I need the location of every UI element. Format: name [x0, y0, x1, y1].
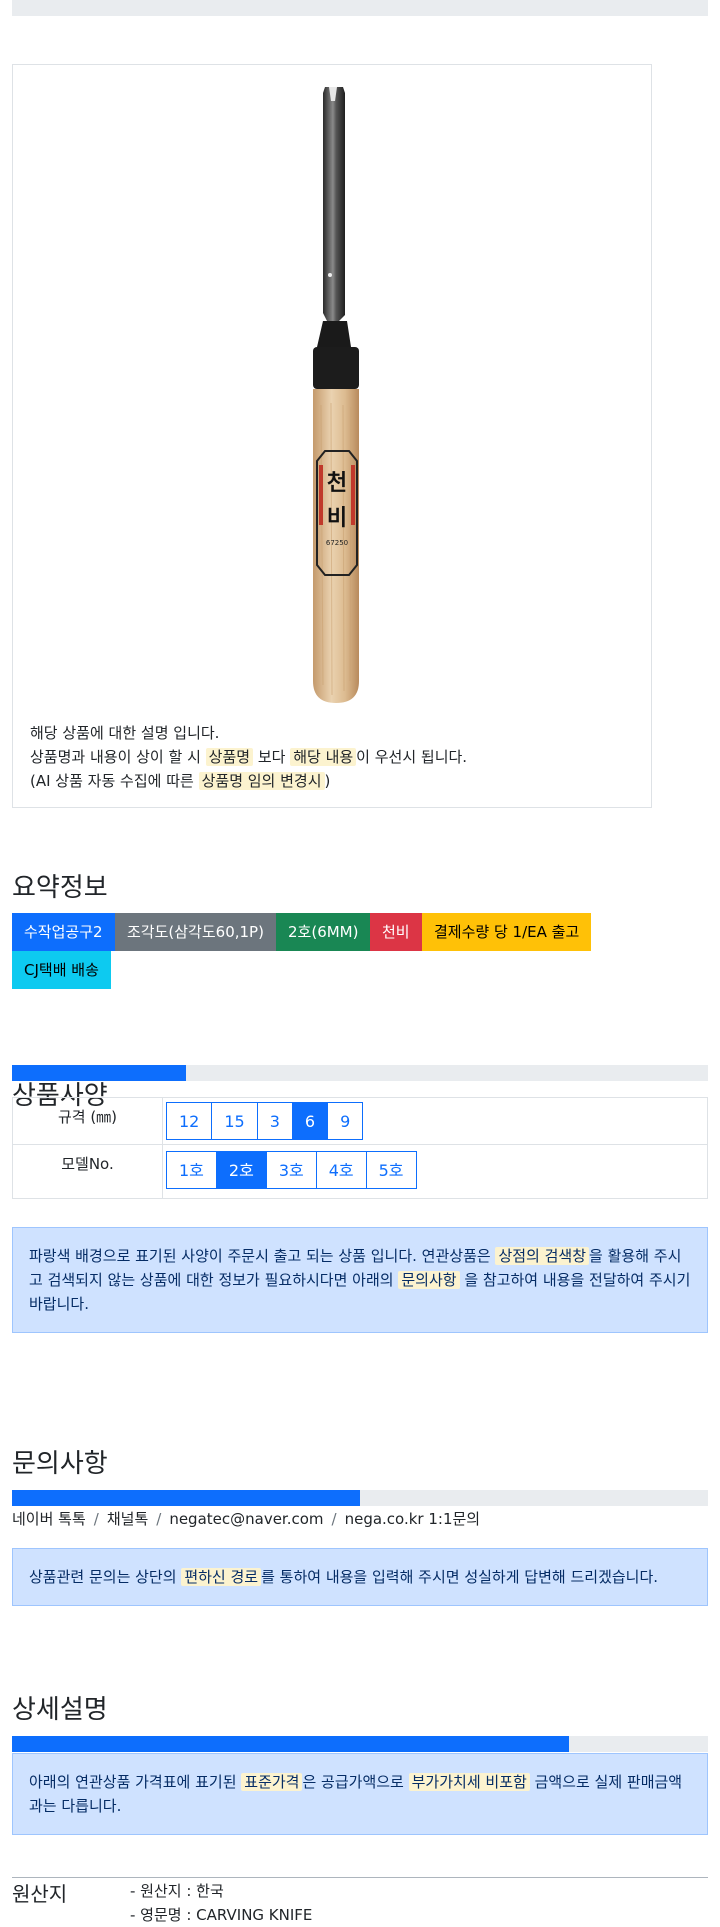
description-line-2: 상품명과 내용이 상이 할 시 상품명 보다 해당 내용 이 우선시 됩니다.: [30, 745, 467, 769]
size-options: 12 15 3 6 9: [163, 1098, 707, 1144]
spec-options-cell: 1호 2호 3호 4호 5호: [162, 1144, 708, 1199]
text: 를 통하여 내용을 입력해 주시면 성실하게 답변해 드리겠습니다.: [261, 1568, 659, 1586]
brand-char-2: 비: [327, 506, 347, 531]
summary-tag: 2호(6MM): [276, 913, 371, 951]
spec-option-button[interactable]: 5호: [365, 1151, 417, 1189]
detail-notice: 아래의 연관상품 가격표에 표기된 표준가격 은 공급가액으로 부가가치세 비포함…: [12, 1753, 708, 1835]
contact-separator: /: [93, 1510, 99, 1528]
description-line-3: (AI 상품 자동 수집에 따른 상품명 임의 변경시): [30, 769, 467, 793]
spec-option-button[interactable]: 4호: [315, 1151, 367, 1189]
spec-option-button[interactable]: 3: [256, 1102, 293, 1140]
highlight-standard-price: 표준가격: [241, 1773, 303, 1791]
text: 파랑색 배경으로 표기된 사양이 주문시 출고 되는 상품 입니다. 연관상품은: [29, 1247, 496, 1265]
contact-separator: /: [331, 1510, 337, 1528]
highlight-content: 해당 내용: [290, 748, 357, 766]
contact-channel-link[interactable]: negatec@naver.com: [169, 1510, 323, 1528]
highlight-name-change: 상품명 임의 변경시: [198, 772, 325, 790]
spec-row-size: 규격 (㎜) 12 15 3 6 9: [12, 1097, 708, 1145]
origin-divider: [12, 1877, 708, 1878]
origin-heading: 원산지: [12, 1882, 68, 1906]
product-image-card: 천 비 67250 해당 상품에 대한 설명 입니다. 상품명과 내용이 상이 …: [12, 64, 652, 808]
top-progress-bar: [12, 0, 708, 16]
contact-channel-link[interactable]: 네이버 톡톡: [12, 1510, 86, 1528]
summary-tag: 결제수량 당 1/EA 출고: [422, 913, 592, 951]
product-code-text: 67250: [326, 539, 348, 547]
product-description: 해당 상품에 대한 설명 입니다. 상품명과 내용이 상이 할 시 상품명 보다…: [30, 721, 467, 793]
progress-fill: [12, 1736, 569, 1752]
spec-option-button[interactable]: 9: [327, 1102, 364, 1140]
text: (AI 상품 자동 수집에 따른: [30, 772, 199, 790]
highlight-inquiry: 문의사항: [398, 1271, 460, 1289]
carving-knife-image: 천 비 67250: [313, 87, 359, 703]
summary-tag: 수작업공구2: [12, 913, 115, 951]
text: 상품명과 내용이 상이 할 시: [30, 748, 206, 766]
specs-progress: [12, 1065, 708, 1081]
spec-option-button[interactable]: 2호: [215, 1151, 267, 1189]
origin-item: - 원산지 : 한국: [130, 1882, 224, 1900]
spec-notice: 파랑색 배경으로 표기된 사양이 주문시 출고 되는 상품 입니다. 연관상품은…: [12, 1227, 708, 1333]
inquiry-title: 문의사항: [12, 1449, 108, 1479]
text: 이 우선시 됩니다.: [356, 748, 468, 766]
text: 보다: [253, 748, 291, 766]
detail-progress: [12, 1736, 708, 1752]
progress-fill: [12, 1490, 360, 1506]
text: 은 공급가액으로: [302, 1773, 409, 1791]
spec-option-button[interactable]: 12: [166, 1102, 213, 1140]
brand-char-1: 천: [327, 471, 347, 496]
highlight-route: 편하신 경로: [181, 1568, 262, 1586]
highlight-search-box: 상점의 검색창: [495, 1247, 590, 1265]
spec-option-button[interactable]: 6: [291, 1102, 329, 1140]
origin-item: - 영문명 : CARVING KNIFE: [130, 1906, 313, 1924]
text: 상품관련 문의는 상단의: [29, 1568, 182, 1586]
spec-label-model: 모델No.: [12, 1144, 163, 1199]
spec-label-size: 규격 (㎜): [12, 1097, 163, 1145]
summary-title: 요약정보: [12, 873, 108, 903]
spec-option-button[interactable]: 3호: [265, 1151, 317, 1189]
highlight-vat-excluded: 부가가치세 비포함: [408, 1773, 530, 1791]
description-line-1: 해당 상품에 대한 설명 입니다.: [30, 724, 220, 742]
spec-option-button[interactable]: 1호: [166, 1151, 217, 1189]
progress-fill: [12, 1065, 186, 1081]
inquiry-notice: 상품관련 문의는 상단의 편하신 경로 를 통하여 내용을 입력해 주시면 성실하…: [12, 1548, 708, 1606]
text: ): [324, 772, 331, 790]
model-options: 1호 2호 3호 4호 5호: [163, 1145, 707, 1193]
spec-row-model: 모델No. 1호 2호 3호 4호 5호: [12, 1144, 708, 1199]
summary-tag: 조각도(삼각도60,1P): [115, 913, 276, 951]
contact-separator: /: [156, 1510, 162, 1528]
spec-option-button[interactable]: 15: [211, 1102, 258, 1140]
contact-channel-link[interactable]: nega.co.kr 1:1문의: [345, 1510, 481, 1528]
spec-table: 규격 (㎜) 12 15 3 6 9 모델No. 1호 2호 3호 4호 5호: [12, 1097, 708, 1199]
highlight-product-name: 상품명: [205, 748, 254, 766]
inquiry-progress: [12, 1490, 708, 1506]
contact-channels: 네이버 톡톡 / 채널톡 / negatec@naver.com / nega.co.kr …: [12, 1508, 480, 1529]
summary-tag: 천비: [370, 913, 422, 951]
contact-channel-link[interactable]: 채널톡: [107, 1510, 148, 1528]
text: 아래의 연관상품 가격표에 표기된: [29, 1773, 242, 1791]
detail-title: 상세설명: [12, 1695, 108, 1725]
summary-tag: CJ택배 배송: [12, 951, 111, 989]
origin-list: - 원산지 : 한국 - 영문명 : CARVING KNIFE: [130, 1879, 312, 1927]
spec-options-cell: 12 15 3 6 9: [162, 1097, 708, 1145]
